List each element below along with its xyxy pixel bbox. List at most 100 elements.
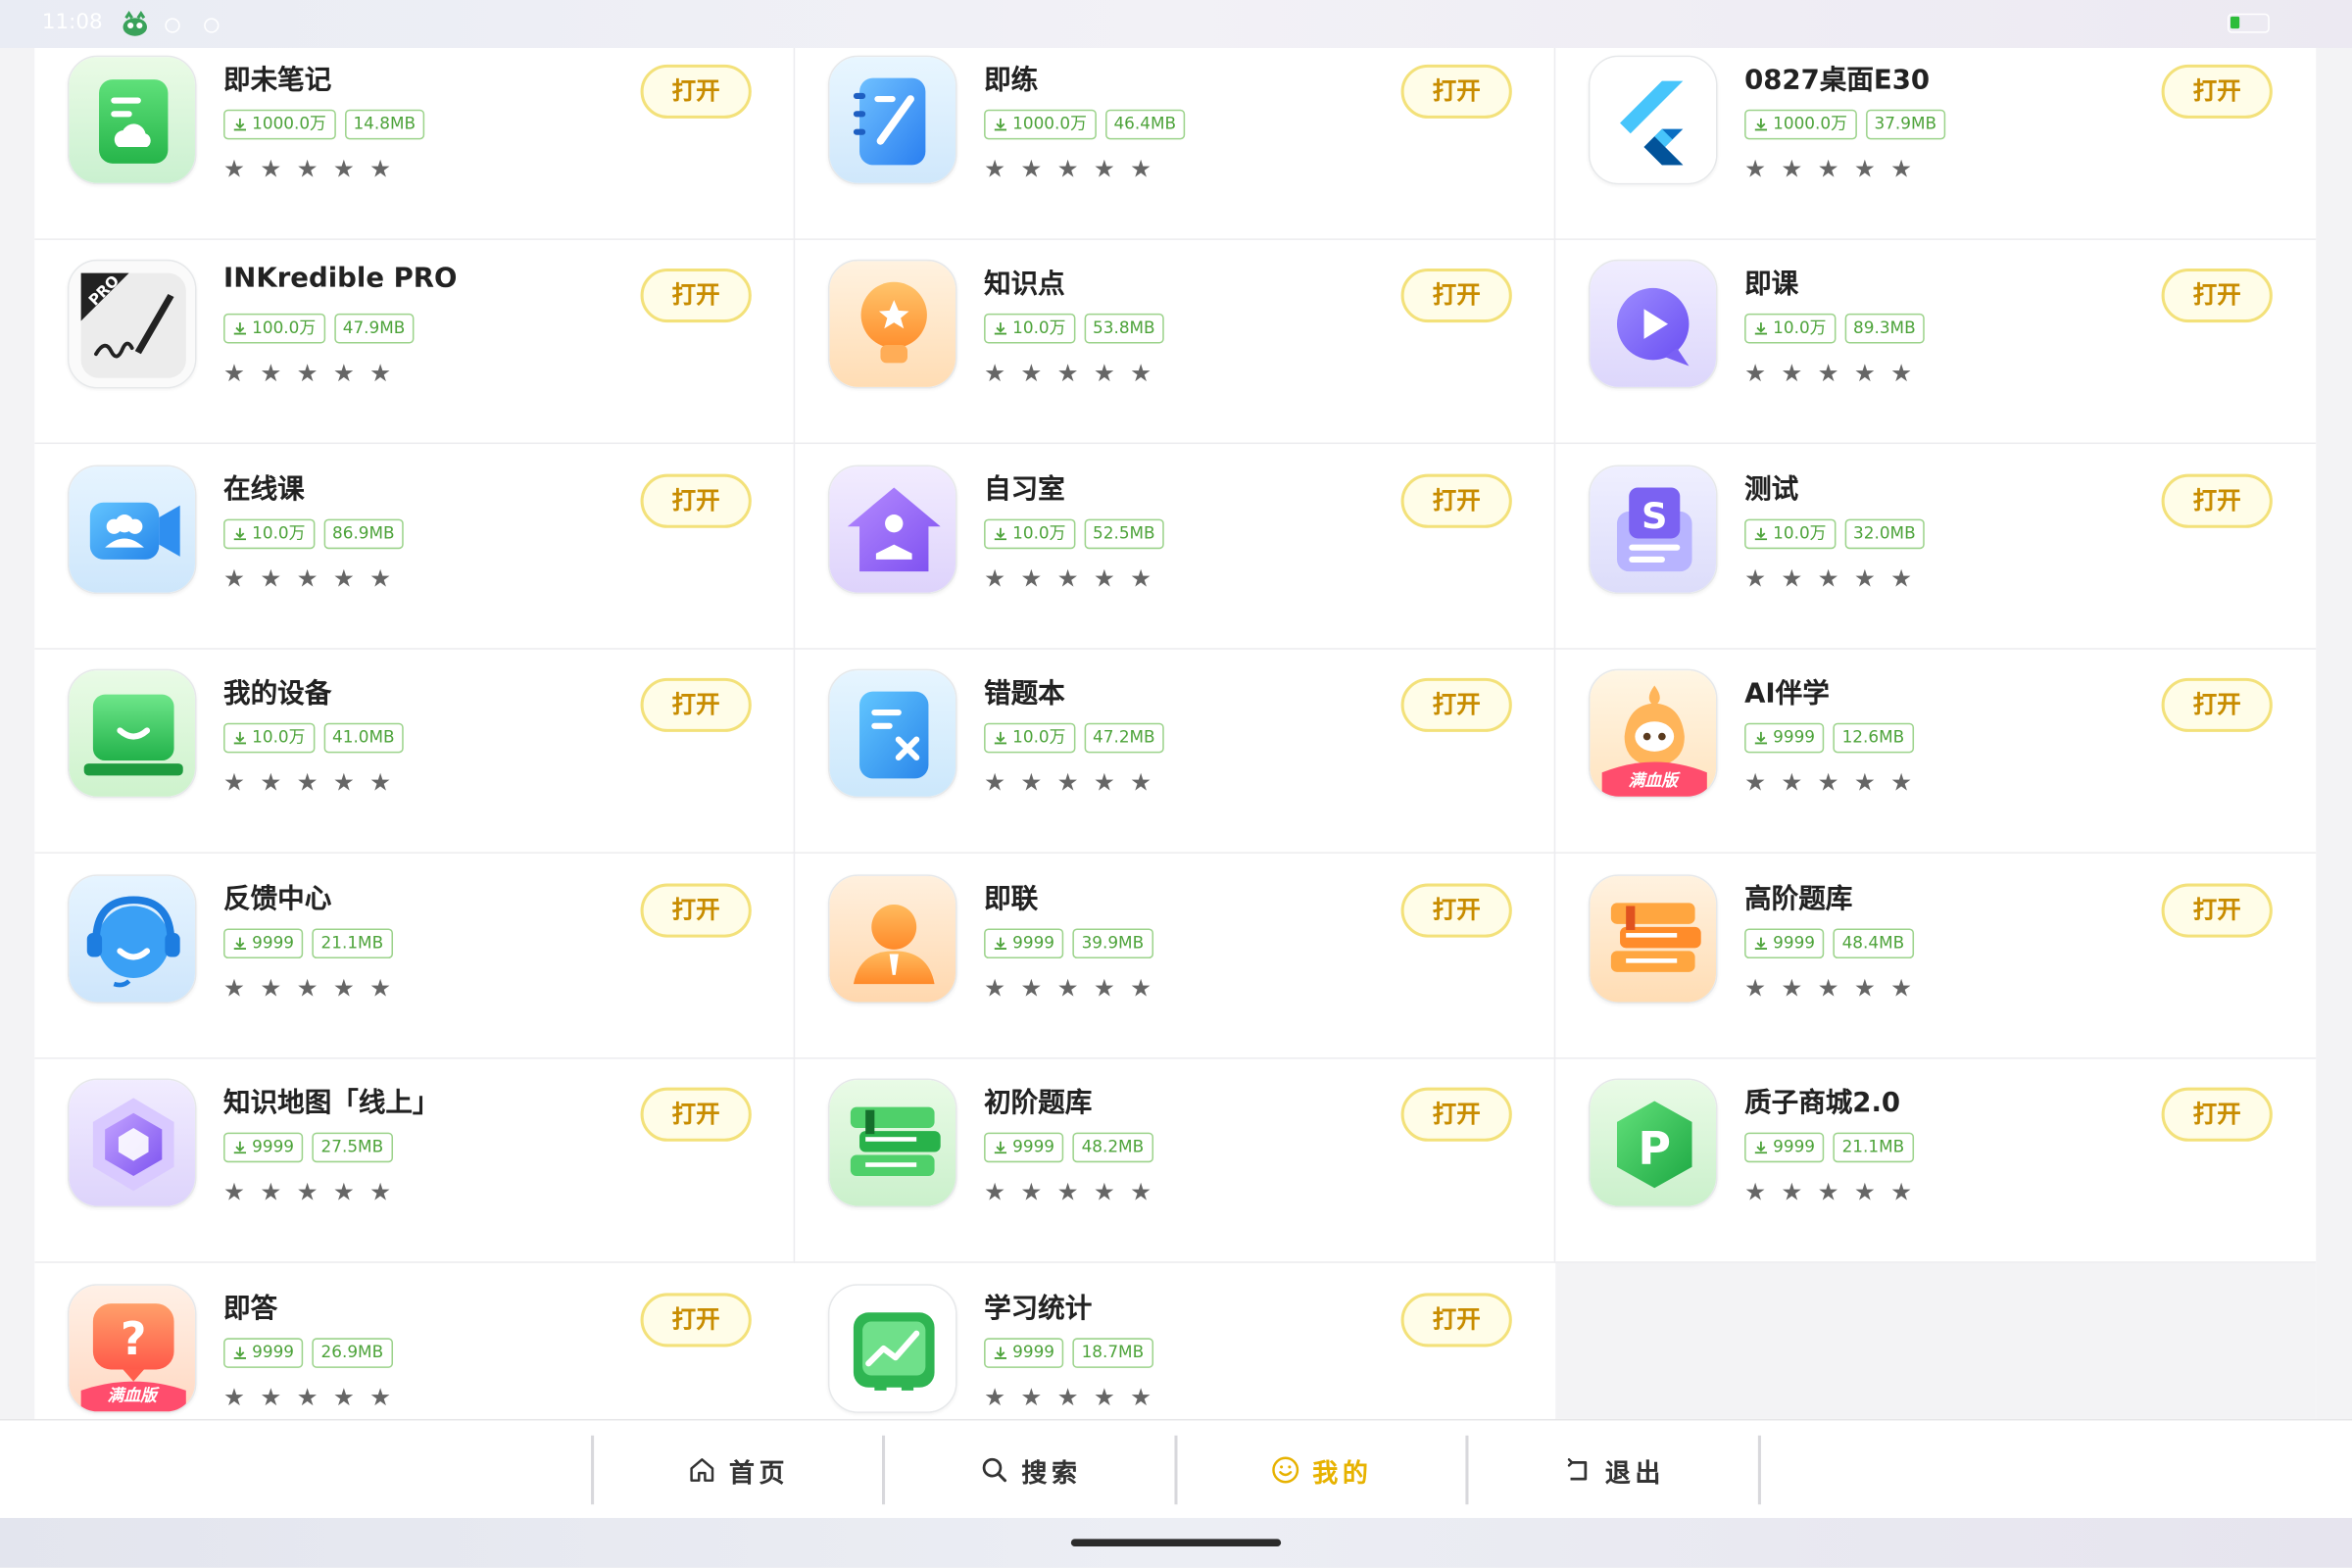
icon-badge: 满血版 — [107, 1386, 157, 1406]
open-button[interactable]: 打开 — [1400, 677, 1512, 732]
pen-pro-icon[interactable]: PRO — [67, 259, 197, 389]
open-button[interactable]: 打开 — [2161, 64, 2273, 119]
app-size: 12.6MB — [1841, 727, 1905, 748]
app-card[interactable]: 满血版 AI伴学 9999 12.6MB ★ ★ ★ ★ ★ 打开 — [1555, 648, 2316, 852]
app-card[interactable]: P 质子商城2.0 9999 21.1MB ★ ★ ★ ★ ★ 打开 — [1555, 1057, 2316, 1261]
stats-chart-icon[interactable] — [827, 1284, 957, 1413]
lightbulb-star-icon[interactable] — [827, 259, 957, 389]
star-icon: ★ — [332, 564, 355, 593]
open-button[interactable]: 打开 — [1400, 1293, 1512, 1348]
play-chat-icon[interactable] — [1588, 259, 1718, 389]
open-button[interactable]: 打开 — [1400, 883, 1512, 938]
open-button[interactable]: 打开 — [2161, 677, 2273, 732]
app-meta: 1000.0万 14.8MB — [223, 109, 425, 140]
app-meta: 10.0万 47.2MB — [984, 722, 1164, 754]
nav-exit-label: 退出 — [1604, 1458, 1665, 1490]
app-card[interactable]: 即联 9999 39.9MB ★ ★ ★ ★ ★ 打开 — [795, 854, 1555, 1057]
star-icon: ★ — [1056, 154, 1079, 183]
nav-mine[interactable]: 我的 — [1176, 1420, 1467, 1519]
open-button[interactable]: 打开 — [1400, 64, 1512, 119]
size-tag: 21.1MB — [1833, 1132, 1914, 1163]
open-button[interactable]: 打开 — [640, 677, 752, 732]
download-icon — [232, 117, 247, 131]
download-icon — [993, 1346, 1007, 1360]
app-card[interactable]: S 测试 10.0万 32.0MB ★ ★ ★ ★ ★ 打开 — [1555, 444, 2316, 648]
open-button[interactable]: 打开 — [2161, 473, 2273, 528]
flutter-icon[interactable] — [1588, 55, 1718, 185]
app-card[interactable]: 即课 10.0万 89.3MB ★ ★ ★ ★ ★ 打开 — [1555, 238, 2316, 442]
star-icon: ★ — [1020, 154, 1043, 183]
star-icon: ★ — [1890, 973, 1913, 1003]
rating-stars: ★ ★ ★ ★ ★ — [223, 1383, 391, 1411]
app-card[interactable]: 即未笔记 1000.0万 14.8MB ★ ★ ★ ★ ★ 打开 — [34, 48, 795, 238]
app-card[interactable]: 学习统计 9999 18.7MB ★ ★ ★ ★ ★ 打开 — [795, 1263, 1555, 1419]
nav-home[interactable]: 首页 — [593, 1420, 884, 1519]
test-paper-icon[interactable]: S — [1588, 465, 1718, 595]
app-meta: 9999 21.1MB — [223, 928, 393, 959]
app-card[interactable]: PRO INKredible PRO 100.0万 47.9MB ★ ★ ★ ★ ★ 打… — [34, 238, 795, 442]
open-button[interactable]: 打开 — [2161, 268, 2273, 323]
note-icon[interactable] — [67, 55, 197, 185]
question-bubble-icon[interactable]: ? 满血版 — [67, 1284, 197, 1413]
svg-text:S: S — [1642, 495, 1667, 537]
star-icon: ★ — [1781, 973, 1803, 1003]
open-button[interactable]: 打开 — [640, 883, 752, 938]
download-count-tag: 9999 — [1744, 1132, 1825, 1163]
app-card[interactable]: 初阶题库 9999 48.2MB ★ ★ ★ ★ ★ 打开 — [795, 1057, 1555, 1261]
open-button[interactable]: 打开 — [640, 1087, 752, 1142]
book-stack-orange-icon[interactable] — [1588, 874, 1718, 1004]
app-card[interactable]: 在线课 10.0万 86.9MB ★ ★ ★ ★ ★ 打开 — [34, 444, 795, 648]
star-icon: ★ — [332, 358, 355, 387]
home-indicator[interactable] — [1070, 1539, 1282, 1547]
open-button[interactable]: 打开 — [2161, 883, 2273, 938]
app-card[interactable]: 我的设备 10.0万 41.0MB ★ ★ ★ ★ ★ 打开 — [34, 648, 795, 852]
open-button[interactable]: 打开 — [640, 1293, 752, 1348]
laptop-smile-icon[interactable] — [67, 668, 197, 799]
star-icon: ★ — [1781, 564, 1803, 593]
download-count: 100.0万 — [252, 318, 317, 338]
open-button[interactable]: 打开 — [640, 268, 752, 323]
book-stack-green-icon[interactable] — [827, 1078, 957, 1208]
star-icon: ★ — [369, 973, 392, 1003]
app-screen: 11:08 即未笔记 1000.0万 14.8MB ★ ★ ★ ★ ★ 打开 即… — [0, 0, 2352, 1568]
open-button[interactable]: 打开 — [640, 64, 752, 119]
download-count-tag: 9999 — [1744, 928, 1825, 959]
download-icon — [1753, 730, 1768, 745]
nav-search[interactable]: 搜索 — [885, 1420, 1176, 1519]
open-button[interactable]: 打开 — [640, 473, 752, 528]
wrong-book-icon[interactable] — [827, 668, 957, 799]
contact-person-icon[interactable] — [827, 874, 957, 1004]
app-card[interactable]: 高阶题库 9999 48.4MB ★ ★ ★ ★ ★ 打开 — [1555, 854, 2316, 1057]
app-meta: 10.0万 41.0MB — [223, 722, 404, 754]
app-card[interactable]: 错题本 10.0万 47.2MB ★ ★ ★ ★ ★ 打开 — [795, 648, 1555, 852]
video-group-icon[interactable] — [67, 465, 197, 595]
open-button[interactable]: 打开 — [1400, 268, 1512, 323]
star-icon: ★ — [223, 973, 246, 1003]
ai-mascot-icon[interactable]: 满血版 — [1588, 668, 1718, 799]
app-size: 21.1MB — [1841, 1137, 1905, 1157]
hexagon-cube-icon[interactable] — [67, 1078, 197, 1208]
headset-icon[interactable] — [67, 874, 197, 1004]
app-card[interactable]: 自习室 10.0万 52.5MB ★ ★ ★ ★ ★ 打开 — [795, 444, 1555, 648]
app-card[interactable]: 反馈中心 9999 21.1MB ★ ★ ★ ★ ★ 打开 — [34, 854, 795, 1057]
app-card[interactable]: 知识地图「线上」 9999 27.5MB ★ ★ ★ ★ ★ 打开 — [34, 1057, 795, 1261]
app-card[interactable]: 知识点 10.0万 53.8MB ★ ★ ★ ★ ★ 打开 — [795, 238, 1555, 442]
star-icon: ★ — [1853, 358, 1876, 387]
app-card[interactable]: 即练 1000.0万 46.4MB ★ ★ ★ ★ ★ 打开 — [795, 48, 1555, 238]
rating-stars: ★ ★ ★ ★ ★ — [984, 155, 1152, 183]
p-hexagon-icon[interactable]: P — [1588, 1078, 1718, 1208]
open-button[interactable]: 打开 — [1400, 1087, 1512, 1142]
app-card[interactable]: 0827桌面E30 1000.0万 37.9MB ★ ★ ★ ★ ★ 打开 — [1555, 48, 2316, 238]
star-icon: ★ — [1056, 1383, 1079, 1412]
app-card[interactable]: ? 满血版 即答 9999 26.9MB ★ ★ ★ ★ ★ 打开 — [34, 1263, 795, 1419]
star-icon: ★ — [1817, 154, 1839, 183]
study-house-icon[interactable] — [827, 465, 957, 595]
nav-exit[interactable]: 退出 — [1468, 1420, 1759, 1519]
size-tag: 37.9MB — [1865, 109, 1946, 140]
open-button[interactable]: 打开 — [2161, 1087, 2273, 1142]
open-button[interactable]: 打开 — [1400, 473, 1512, 528]
app-size: 86.9MB — [332, 523, 395, 544]
size-tag: 41.0MB — [322, 722, 404, 754]
rating-stars: ★ ★ ★ ★ ★ — [223, 359, 391, 387]
notebook-pen-icon[interactable] — [827, 55, 957, 185]
